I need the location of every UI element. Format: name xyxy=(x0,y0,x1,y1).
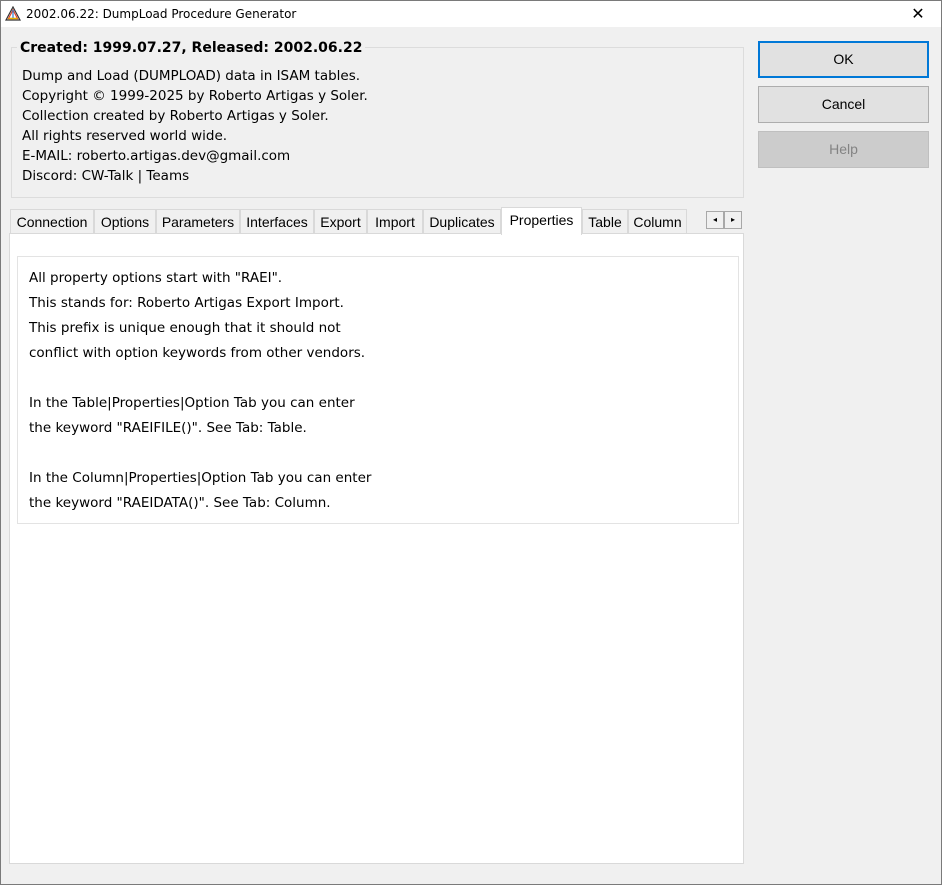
text-line xyxy=(29,441,371,466)
text-line xyxy=(29,366,371,391)
tab-parameters[interactable]: Parameters xyxy=(156,209,240,234)
info-line: E-MAIL: roberto.artigas.dev@gmail.com xyxy=(22,148,291,164)
tab-scroll-left-icon[interactable]: ◂ xyxy=(706,211,724,229)
close-button[interactable]: ✕ xyxy=(895,1,941,27)
tab-options[interactable]: Options xyxy=(94,209,156,234)
window-title: 2002.06.22: DumpLoad Procedure Generator xyxy=(26,7,297,21)
text-line: This stands for: Roberto Artigas Export … xyxy=(29,295,344,311)
text-line: the keyword "RAEIDATA()". See Tab: Colum… xyxy=(29,495,331,511)
tab-scroll-right-icon[interactable]: ▸ xyxy=(724,211,742,229)
info-heading: Created: 1999.07.27, Released: 2002.06.2… xyxy=(17,39,366,57)
properties-text: All property options start with "RAEI". … xyxy=(29,266,371,516)
ok-button[interactable]: OK xyxy=(758,41,929,78)
tab-column[interactable]: Column xyxy=(628,209,687,234)
tab-interfaces[interactable]: Interfaces xyxy=(240,209,314,234)
info-line: Dump and Load (DUMPLOAD) data in ISAM ta… xyxy=(22,68,361,84)
text-line: conflict with option keywords from other… xyxy=(29,345,366,361)
info-line: Discord: CW-Talk | Teams xyxy=(22,168,190,184)
tab-table[interactable]: Table xyxy=(582,209,628,234)
dialog-window: 2002.06.22: DumpLoad Procedure Generator… xyxy=(0,0,942,885)
tab-duplicates[interactable]: Duplicates xyxy=(423,209,501,234)
cancel-button[interactable]: Cancel xyxy=(758,86,929,123)
text-line: In the Column|Properties|Option Tab you … xyxy=(29,470,372,486)
info-lines: Dump and Load (DUMPLOAD) data in ISAM ta… xyxy=(22,66,368,186)
info-line: Collection created by Roberto Artigas y … xyxy=(22,108,329,124)
properties-tab-panel: All property options start with "RAEI". … xyxy=(9,233,744,864)
tab-import[interactable]: Import xyxy=(367,209,423,234)
tab-connection[interactable]: Connection xyxy=(10,209,94,234)
info-line: All rights reserved world wide. xyxy=(22,128,228,144)
text-line: In the Table|Properties|Option Tab you c… xyxy=(29,395,355,411)
text-line: All property options start with "RAEI". xyxy=(29,270,283,286)
text-line: the keyword "RAEIFILE()". See Tab: Table… xyxy=(29,420,307,436)
app-triangle-icon xyxy=(4,5,22,22)
help-button[interactable]: Help xyxy=(758,131,929,168)
title-bar[interactable]: 2002.06.22: DumpLoad Procedure Generator… xyxy=(1,1,941,27)
tab-properties[interactable]: Properties xyxy=(501,207,582,235)
info-line: Copyright © 1999-2025 by Roberto Artigas… xyxy=(22,88,368,104)
tab-export[interactable]: Export xyxy=(314,209,367,234)
text-line: This prefix is unique enough that it sho… xyxy=(29,320,341,336)
properties-text-box: All property options start with "RAEI". … xyxy=(17,256,739,524)
